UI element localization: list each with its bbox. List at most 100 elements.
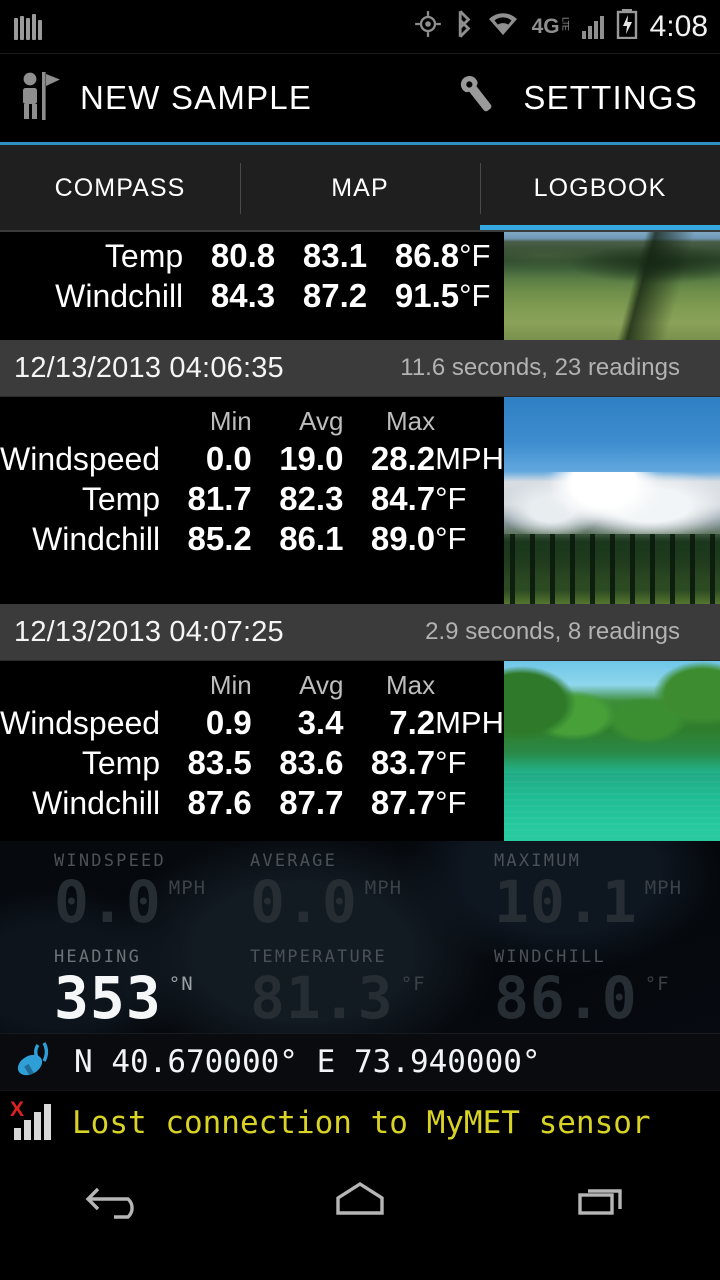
tab-map[interactable]: MAP: [240, 145, 480, 232]
row-min: 85.2: [187, 520, 252, 557]
row-unit: MPH: [435, 705, 504, 740]
table-row: Windchill 85.2 86.1 89.0 °F: [0, 519, 504, 559]
row-avg: 86.1: [279, 520, 344, 557]
signal-bars-icon: [581, 15, 604, 39]
row-label: Windchill: [32, 784, 161, 821]
entry-meta: 11.6 seconds, 23 readings: [400, 354, 680, 381]
entry-stats-table: Min Avg Max Windspeed 0.9 3.4 7.2 MPH Te…: [0, 661, 504, 841]
row-label: Temp: [81, 480, 161, 517]
entry-thumbnail[interactable]: [504, 397, 720, 604]
table-row: Windchill 84.3 87.2 91.5 °F: [0, 276, 504, 316]
back-button[interactable]: [0, 1175, 240, 1223]
gps-status-bar: N 40.670000° E 73.940000°: [0, 1033, 720, 1090]
recents-button[interactable]: [480, 1175, 720, 1223]
home-icon: [336, 1181, 384, 1215]
row-label: Windspeed: [0, 440, 161, 477]
row-min: 81.7: [187, 480, 252, 517]
gps-icon: [414, 10, 442, 43]
row-min: 87.6: [187, 784, 252, 821]
status-bar: 4G LTE 4:08: [0, 0, 720, 54]
settings-button[interactable]: SETTINGS: [453, 73, 720, 124]
table-row: Temp 81.7 82.3 84.7 °F: [0, 479, 504, 519]
row-max: 91.5: [394, 277, 460, 314]
row-min: 0.9: [205, 704, 252, 741]
row-unit: °F: [435, 785, 467, 820]
table-header-row: Min Avg Max: [0, 405, 504, 439]
back-arrow-icon: [85, 1187, 134, 1219]
status-bar-left: [0, 13, 42, 40]
table-header-row: Min Avg Max: [0, 669, 504, 703]
readout-average-value: 0.0: [250, 868, 358, 936]
readout-windchill-unit: °F: [644, 973, 670, 995]
logbook-entry-header[interactable]: 12/13/2013 04:07:25 2.9 seconds, 8 readi…: [0, 604, 720, 661]
row-min: 83.5: [187, 744, 252, 781]
row-max: 86.8: [394, 237, 460, 274]
live-readout-panel: WINDSPEED 0.0 MPH AVERAGE 0.0 MPH MAXIMU…: [0, 841, 720, 1033]
table-row: Temp 80.8 83.1 86.8 °F: [0, 236, 504, 276]
table-row: Windspeed 0.0 19.0 28.2 MPH: [0, 439, 504, 479]
row-min: 80.8: [210, 237, 276, 274]
logbook-list[interactable]: Temp 80.8 83.1 86.8 °F Windchill 84.3 87…: [0, 232, 720, 841]
row-unit: MPH: [435, 441, 504, 476]
tab-logbook-label: LOGBOOK: [533, 174, 667, 202]
row-max: 89.0: [370, 520, 436, 557]
column-header-avg: Avg: [299, 670, 344, 700]
readout-windchill-value: 86.0: [494, 964, 638, 1032]
table-row: Temp 83.5 83.6 83.7 °F: [0, 743, 504, 783]
bluetooth-icon: [454, 10, 474, 43]
signal-bars-error-icon: X: [10, 1098, 56, 1144]
tab-logbook[interactable]: LOGBOOK: [480, 145, 720, 232]
row-unit: °F: [435, 745, 467, 780]
row-max: 83.7: [370, 744, 436, 781]
readout-temperature-unit: °F: [400, 973, 426, 995]
entry-thumbnail[interactable]: [504, 661, 720, 841]
logbook-entry[interactable]: Min Avg Max Windspeed 0.0 19.0 28.2 MPH …: [0, 397, 720, 604]
entry-timestamp: 12/13/2013 04:07:25: [14, 615, 284, 648]
row-label: Windchill: [55, 277, 184, 314]
sensor-warning-bar[interactable]: X Lost connection to MyMET sensor: [0, 1090, 720, 1154]
row-avg: 19.0: [279, 440, 344, 477]
row-min: 84.3: [210, 277, 276, 314]
tab-bar: COMPASS MAP LOGBOOK: [0, 145, 720, 232]
status-bar-right: 4G LTE 4:08: [414, 9, 708, 44]
new-sample-button[interactable]: NEW SAMPLE: [0, 70, 312, 127]
readout-maximum: MAXIMUM 10.1 MPH: [480, 841, 720, 937]
column-header-max: Max: [385, 670, 436, 700]
row-avg: 83.6: [279, 744, 344, 781]
readout-windchill: WINDCHILL 86.0 °F: [480, 937, 720, 1033]
home-button[interactable]: [240, 1175, 480, 1223]
readout-temperature-value: 81.3: [250, 964, 394, 1032]
tab-compass[interactable]: COMPASS: [0, 145, 240, 232]
table-row: Windspeed 0.9 3.4 7.2 MPH: [0, 703, 504, 743]
logbook-entry[interactable]: Min Avg Max Windspeed 0.9 3.4 7.2 MPH Te…: [0, 661, 720, 841]
row-label: Temp: [81, 744, 161, 781]
row-unit: °F: [435, 481, 467, 516]
tab-map-label: MAP: [331, 174, 389, 202]
status-bar-clock: 4:08: [649, 9, 708, 43]
readout-average-unit: MPH: [364, 877, 403, 899]
error-mark: X: [10, 1097, 25, 1121]
row-unit: °F: [459, 238, 491, 273]
system-navigation-bar: [0, 1154, 720, 1244]
entry-meta: 2.9 seconds, 8 readings: [425, 618, 680, 645]
logbook-entry[interactable]: Temp 80.8 83.1 86.8 °F Windchill 84.3 87…: [0, 232, 720, 340]
row-unit: °F: [459, 278, 491, 313]
readout-windspeed-unit: MPH: [168, 877, 207, 899]
row-label: Windspeed: [0, 704, 161, 741]
person-with-flag-icon: [18, 70, 62, 127]
readout-maximum-value: 10.1: [494, 868, 638, 936]
entry-thumbnail[interactable]: [504, 232, 720, 340]
wrench-icon: [453, 73, 505, 124]
column-header-avg: Avg: [299, 406, 344, 436]
row-avg: 82.3: [279, 480, 344, 517]
row-avg: 87.7: [279, 784, 344, 821]
row-min: 0.0: [205, 440, 252, 477]
entry-stats-table: Min Avg Max Windspeed 0.0 19.0 28.2 MPH …: [0, 397, 504, 604]
wifi-icon: [486, 11, 520, 42]
readout-heading-value: 353: [54, 964, 162, 1032]
logbook-entry-header[interactable]: 12/13/2013 04:06:35 11.6 seconds, 23 rea…: [0, 340, 720, 397]
column-header-max: Max: [385, 406, 436, 436]
readout-average: AVERAGE 0.0 MPH: [240, 841, 480, 937]
notification-bars-icon: [14, 13, 42, 40]
gps-coordinates: N 40.670000° E 73.940000°: [74, 1044, 541, 1080]
